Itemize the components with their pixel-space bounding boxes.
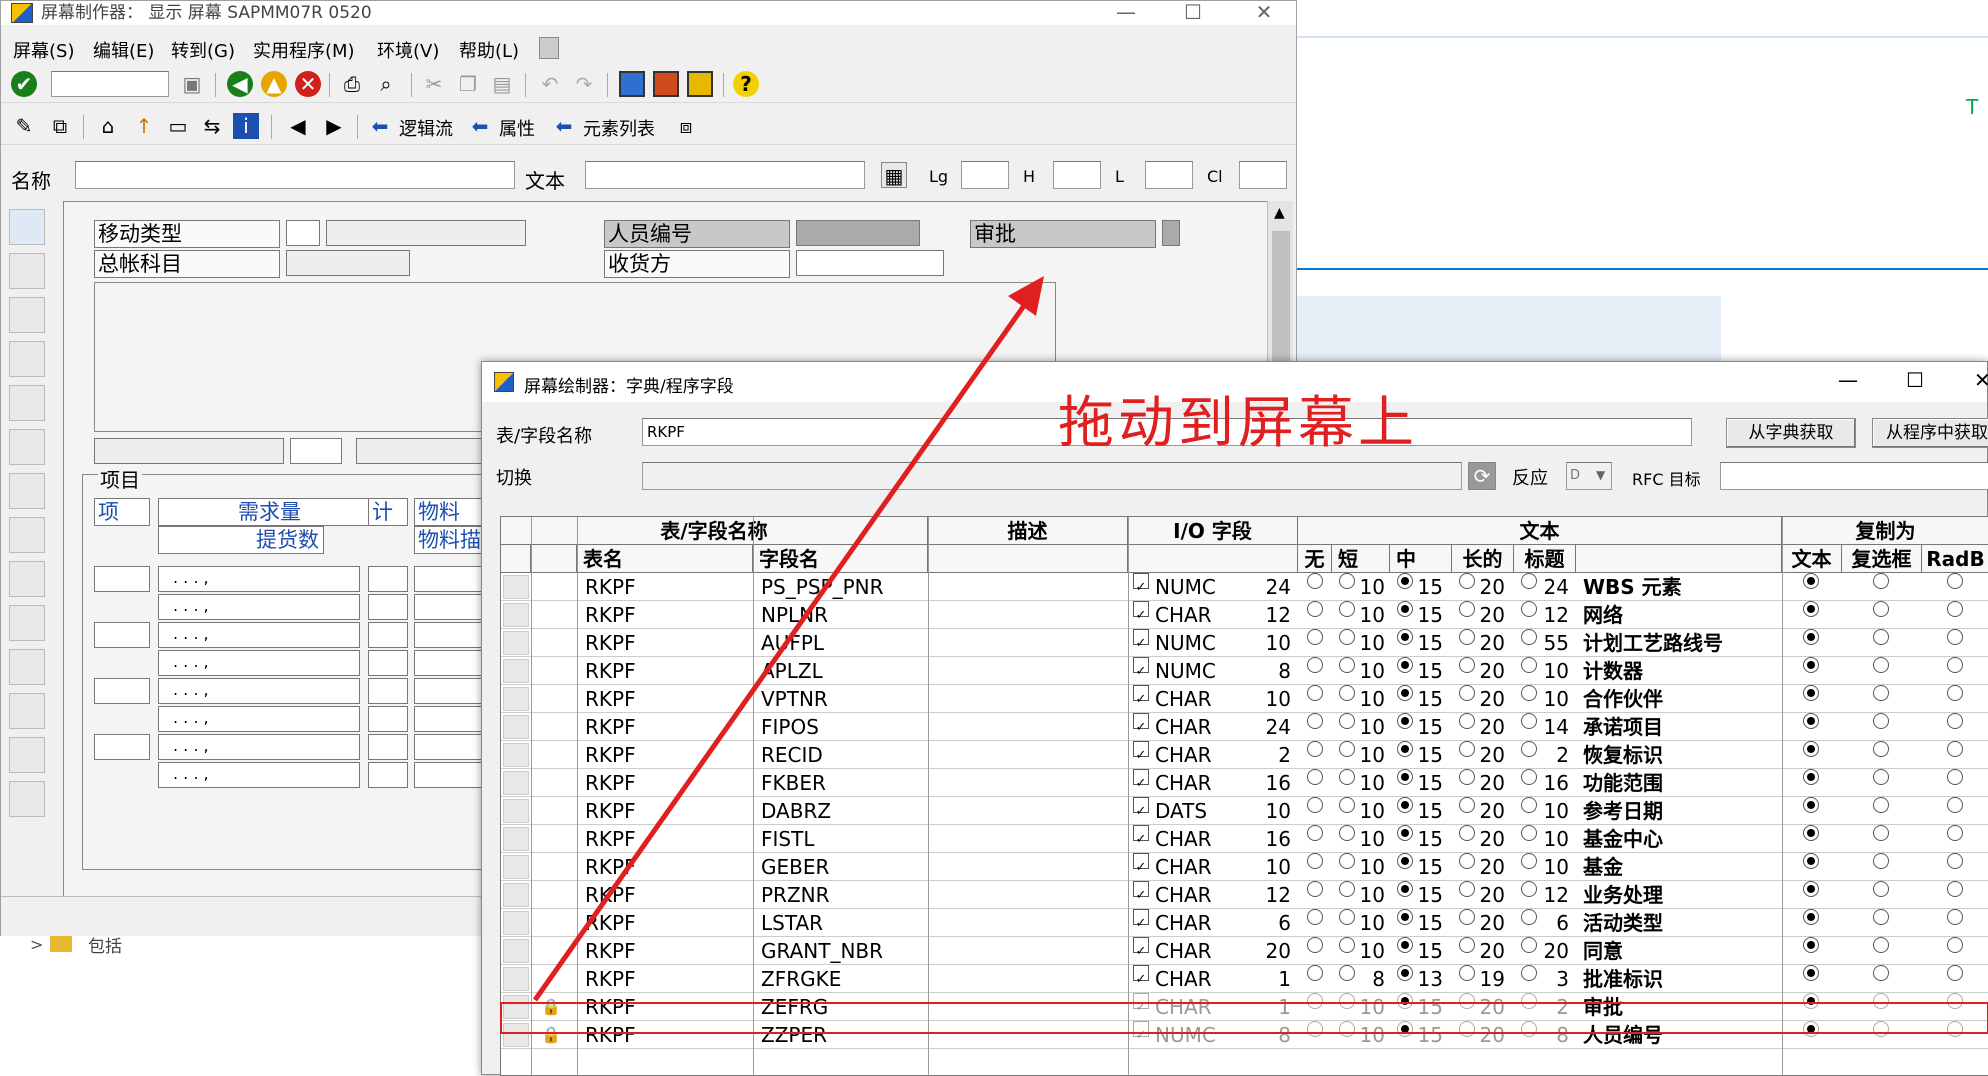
arrow-head	[1008, 276, 1044, 316]
drag-arrow	[532, 276, 1044, 1002]
arrow-line	[532, 298, 1031, 1002]
drag-annotation: 拖动到屏幕上	[1058, 391, 1418, 456]
